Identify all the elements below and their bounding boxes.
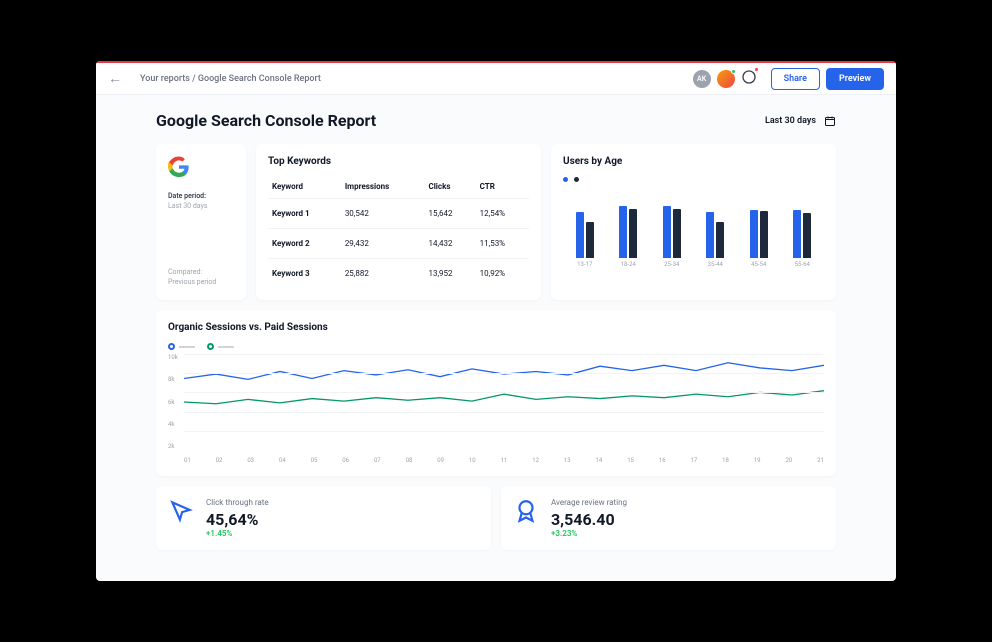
line-chart: 10k8k6k4k2k 0102030405060708091011121314… bbox=[168, 354, 824, 464]
app-window: ← Your reports / Google Search Console R… bbox=[96, 61, 896, 581]
legend bbox=[563, 177, 824, 182]
presence-avatars: AK bbox=[693, 69, 757, 89]
cursor-icon bbox=[168, 498, 194, 524]
table-row[interactable]: Keyword 130,54215,64212,54% bbox=[268, 199, 529, 229]
bar-label: 18-24 bbox=[621, 261, 636, 268]
bar-label: 45-54 bbox=[751, 261, 766, 268]
avatar[interactable] bbox=[717, 70, 735, 88]
bar-group: 18-24 bbox=[607, 198, 651, 268]
period-label: Date period: bbox=[168, 192, 234, 202]
period-value: Last 30 days bbox=[168, 202, 207, 210]
bar bbox=[760, 211, 768, 258]
bar-group: 55-64 bbox=[781, 198, 825, 268]
bar bbox=[793, 210, 801, 258]
share-button[interactable]: Share bbox=[771, 68, 820, 90]
bar-chart: 13-17 18-24 25-34 35-44 45-54 55-64 bbox=[563, 188, 824, 268]
bar bbox=[576, 212, 584, 258]
compared-value: Previous period bbox=[168, 278, 216, 286]
sessions-card: Organic Sessions vs. Paid Sessions 10k8k… bbox=[156, 310, 836, 476]
kpi-change: +1.45% bbox=[206, 529, 269, 538]
column-header: Keyword bbox=[268, 177, 341, 199]
bar bbox=[706, 212, 714, 259]
bar bbox=[663, 206, 671, 259]
kpi-change: +3.23% bbox=[551, 529, 627, 538]
date-range-label: Last 30 days bbox=[765, 116, 816, 126]
bar-label: 25-34 bbox=[664, 261, 679, 268]
google-icon bbox=[168, 156, 190, 178]
bar-label: 55-64 bbox=[795, 261, 810, 268]
back-arrow-icon[interactable]: ← bbox=[108, 70, 122, 87]
breadcrumb[interactable]: Your reports / Google Search Console Rep… bbox=[140, 74, 321, 84]
bar bbox=[673, 209, 681, 259]
calendar-icon bbox=[824, 115, 836, 127]
bar-group: 25-34 bbox=[650, 198, 694, 268]
bar-group: 13-17 bbox=[563, 198, 607, 268]
compared-label: Compared: bbox=[168, 268, 202, 276]
kpi-value: 3,546.40 bbox=[551, 510, 627, 529]
table-row[interactable]: Keyword 229,43214,43211,53% bbox=[268, 229, 529, 259]
column-header: Clicks bbox=[424, 177, 475, 199]
bar bbox=[586, 222, 594, 258]
kpi-card-ctr: Click through rate 45,64% +1.45% bbox=[156, 486, 491, 550]
line-series bbox=[184, 363, 824, 380]
column-header: Impressions bbox=[341, 177, 425, 199]
legend bbox=[168, 343, 824, 350]
card-title: Organic Sessions vs. Paid Sessions bbox=[168, 322, 824, 333]
bar bbox=[716, 222, 724, 258]
chat-icon[interactable] bbox=[741, 69, 757, 89]
bar-group: 45-54 bbox=[737, 198, 781, 268]
card-title: Users by Age bbox=[563, 156, 824, 167]
preview-button[interactable]: Preview bbox=[826, 68, 884, 90]
bar-label: 35-44 bbox=[708, 261, 723, 268]
source-card: Date period: Last 30 days Compared: Prev… bbox=[156, 144, 246, 300]
table-row[interactable]: Keyword 325,88213,95210,92% bbox=[268, 259, 529, 289]
bar-group: 35-44 bbox=[694, 198, 738, 268]
kpi-value: 45,64% bbox=[206, 510, 269, 529]
bar bbox=[629, 209, 637, 258]
keywords-card: Top Keywords KeywordImpressionsClicksCTR… bbox=[256, 144, 541, 300]
kpi-label: Average review rating bbox=[551, 498, 627, 507]
content: Google Search Console Report Last 30 day… bbox=[96, 95, 896, 576]
users-by-age-card: Users by Age 13-17 18-24 25-34 35-44 45-54 55… bbox=[551, 144, 836, 300]
page-title: Google Search Console Report bbox=[156, 111, 376, 130]
avatar[interactable]: AK bbox=[693, 70, 711, 88]
kpi-label: Click through rate bbox=[206, 498, 269, 507]
card-title: Top Keywords bbox=[268, 156, 529, 167]
date-range-picker[interactable]: Last 30 days bbox=[765, 115, 836, 127]
topbar: ← Your reports / Google Search Console R… bbox=[96, 63, 896, 95]
legend-dot bbox=[574, 177, 579, 182]
column-header: CTR bbox=[476, 177, 529, 199]
bar bbox=[619, 206, 627, 259]
keywords-table: KeywordImpressionsClicksCTR Keyword 130,… bbox=[268, 177, 529, 288]
bar bbox=[803, 213, 811, 258]
legend-dot bbox=[563, 177, 568, 182]
kpi-card-rating: Average review rating 3,546.40 +3.23% bbox=[501, 486, 836, 550]
bar-label: 13-17 bbox=[577, 261, 592, 268]
award-icon bbox=[513, 498, 539, 524]
bar bbox=[750, 210, 758, 258]
